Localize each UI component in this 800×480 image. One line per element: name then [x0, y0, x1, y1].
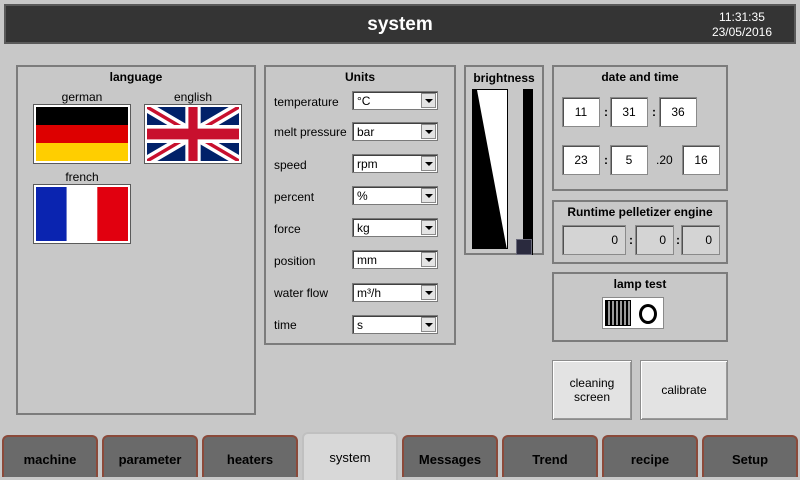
runtime-separator: : [629, 233, 633, 247]
toggle-on-icon [605, 300, 631, 326]
french-flag[interactable] [33, 184, 131, 244]
percent-select[interactable]: % [352, 186, 438, 205]
french-label: french [65, 170, 99, 184]
brightness-slider-track[interactable] [523, 89, 533, 255]
percent-label: percent [274, 190, 315, 204]
date-time-title: date and time [601, 70, 679, 84]
melt-pressure-select[interactable]: bar [352, 122, 438, 141]
bottom-tab-bar: machine parameter heaters system Message… [0, 432, 800, 480]
german-flag[interactable] [33, 104, 131, 164]
position-value: mm [357, 253, 377, 267]
runtime-hours: 0 [562, 225, 626, 255]
month-input[interactable]: 5 [610, 145, 648, 175]
language-title: language [109, 70, 163, 84]
tab-machine[interactable]: machine [2, 435, 98, 477]
brightness-indicator [472, 89, 508, 249]
temperature-value: °C [357, 94, 371, 108]
position-select[interactable]: mm [352, 250, 438, 269]
hour-input[interactable]: 11 [562, 97, 600, 127]
tab-trend[interactable]: Trend [502, 435, 598, 477]
tab-messages[interactable]: Messages [402, 435, 498, 477]
chevron-down-icon[interactable] [421, 124, 436, 139]
chevron-down-icon[interactable] [421, 285, 436, 300]
time-value: s [357, 318, 363, 332]
tab-heaters[interactable]: heaters [202, 435, 298, 477]
lamp-test-panel: lamp test [552, 272, 728, 342]
tab-parameter[interactable]: parameter [102, 435, 198, 477]
date-separator: : [604, 153, 608, 167]
melt-pressure-value: bar [357, 125, 375, 139]
date-time-panel: date and time 11 : 31 : 36 23 : 5 .20 16 [552, 65, 728, 191]
force-select[interactable]: kg [352, 218, 438, 237]
water-flow-label: water flow [274, 286, 329, 300]
time-separator: : [604, 105, 608, 119]
minute-input[interactable]: 31 [610, 97, 648, 127]
year-input[interactable]: 16 [682, 145, 720, 175]
speed-select[interactable]: rpm [352, 154, 438, 173]
toggle-off-icon [639, 304, 657, 324]
force-label: force [274, 222, 301, 236]
speed-label: speed [274, 158, 307, 172]
title-bar: system 11:31:35 23/05/2016 [4, 4, 796, 44]
runtime-panel: Runtime pelletizer engine 0 : 0 : 0 [552, 200, 728, 264]
clock-date: 23/05/2016 [711, 25, 772, 39]
page-title: system [367, 14, 433, 35]
chevron-down-icon[interactable] [421, 156, 436, 171]
speed-value: rpm [357, 157, 378, 171]
lamp-test-title: lamp test [613, 277, 667, 291]
day-input[interactable]: 23 [562, 145, 600, 175]
tab-system[interactable]: system [302, 432, 398, 480]
temperature-label: temperature [274, 95, 339, 109]
chevron-down-icon[interactable] [421, 220, 436, 235]
time-separator: : [652, 105, 656, 119]
percent-value: % [357, 189, 368, 203]
melt-pressure-label: melt pressure [274, 125, 347, 139]
language-panel: language german english french [16, 65, 256, 415]
tab-recipe[interactable]: recipe [602, 435, 698, 477]
time-label: time [274, 318, 297, 332]
german-label: german [61, 90, 103, 104]
brightness-slider-handle[interactable] [516, 239, 532, 255]
runtime-minutes: 0 [635, 225, 674, 255]
runtime-title: Runtime pelletizer engine [567, 205, 713, 219]
time-select[interactable]: s [352, 315, 438, 334]
runtime-seconds: 0 [681, 225, 720, 255]
lamp-test-toggle[interactable] [602, 297, 664, 329]
chevron-down-icon[interactable] [421, 252, 436, 267]
tab-setup[interactable]: Setup [702, 435, 798, 477]
chevron-down-icon[interactable] [421, 317, 436, 332]
english-flag[interactable] [144, 104, 242, 164]
clock-time: 11:31:35 [719, 10, 765, 24]
calibrate-button[interactable]: calibrate [640, 360, 728, 420]
chevron-down-icon[interactable] [421, 93, 436, 108]
units-panel: Units temperature °C melt pressure bar s… [264, 65, 456, 345]
units-title: Units [345, 70, 375, 84]
position-label: position [274, 254, 316, 268]
water-flow-value: m³/h [357, 286, 381, 300]
second-input[interactable]: 36 [659, 97, 697, 127]
english-label: english [173, 90, 213, 104]
brightness-panel: brightness [464, 65, 544, 255]
runtime-separator: : [676, 233, 680, 247]
brightness-title: brightness [473, 71, 535, 85]
water-flow-select[interactable]: m³/h [352, 283, 438, 302]
clock: 11:31:35 23/05/2016 [712, 10, 772, 40]
cleaning-screen-button[interactable]: cleaning screen [552, 360, 632, 420]
force-value: kg [357, 221, 370, 235]
year-prefix: .20 [656, 153, 673, 167]
temperature-select[interactable]: °C [352, 91, 438, 110]
chevron-down-icon[interactable] [421, 188, 436, 203]
